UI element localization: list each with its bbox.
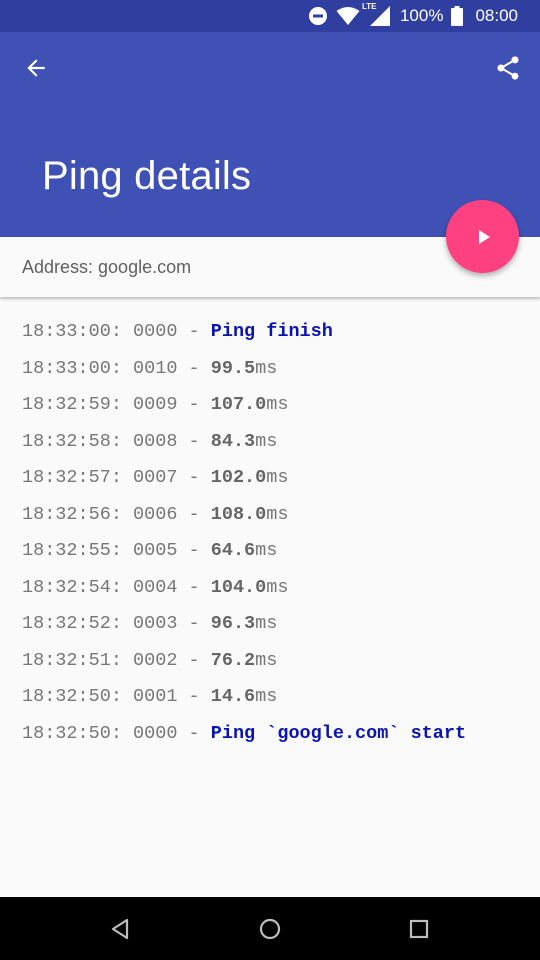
ping-time-unit: ms	[255, 686, 278, 707]
back-triangle-icon	[111, 918, 129, 940]
ping-time-value: 76.2	[210, 649, 256, 671]
share-button[interactable]	[490, 50, 526, 86]
ping-time-value: 104.0	[210, 576, 267, 598]
share-icon	[497, 56, 519, 80]
ping-time-value: 108.0	[210, 503, 267, 525]
ping-time-unit: ms	[255, 430, 278, 452]
status-icons: LTE 100% 08:00	[308, 0, 518, 32]
nav-back-button[interactable]	[104, 913, 136, 945]
clock: 08:00	[475, 6, 518, 25]
log-line: 18:32:50: 0001 - 14.6ms	[22, 683, 522, 720]
status-bar: LTE 100% 08:00	[0, 0, 540, 32]
ping-time-value: 64.6	[210, 540, 256, 561]
ping-time-value: 14.6	[210, 686, 256, 707]
ping-time-unit: ms	[255, 357, 278, 379]
ping-time-unit: ms	[255, 613, 278, 634]
address-label: Address: google.com	[22, 257, 192, 277]
ping-time-unit: ms	[266, 576, 289, 598]
navigation-bar	[0, 897, 540, 960]
log-message: Ping `google.com` start	[210, 722, 467, 744]
ping-time-value: 84.3	[210, 430, 256, 452]
log-line: 18:33:00: 0000 - Ping finish	[22, 318, 522, 355]
log-line: 18:32:51: 0002 - 76.2ms	[22, 647, 522, 684]
app-bar: Ping details	[0, 32, 540, 237]
ping-time-unit: ms	[266, 394, 289, 415]
log-line: 18:32:58: 0008 - 84.3ms	[22, 428, 522, 465]
log-timestamp: 18:33:00: 0000 -	[22, 321, 211, 342]
ping-time-value: 99.5	[210, 357, 256, 379]
nav-recents-button[interactable]	[403, 913, 435, 945]
do-not-disturb-icon	[308, 6, 328, 26]
log-line: 18:32:57: 0007 - 102.0ms	[22, 464, 522, 501]
log-line: 18:32:54: 0004 - 104.0ms	[22, 574, 522, 611]
ping-time-value: 102.0	[210, 467, 267, 488]
ping-time-unit: ms	[255, 649, 278, 671]
log-line: 18:32:52: 0003 - 96.3ms	[22, 610, 522, 647]
page-title: Ping details	[42, 154, 252, 198]
ping-time-unit: ms	[266, 467, 289, 488]
wifi-icon	[336, 6, 360, 26]
log-line: 18:32:59: 0009 - 107.0ms	[22, 391, 522, 428]
arrow-back-icon	[27, 59, 45, 77]
ping-time-unit: ms	[255, 540, 278, 561]
ping-time-value: 96.3	[210, 613, 256, 634]
lte-signal-icon: LTE	[362, 2, 392, 27]
play-icon	[478, 229, 490, 244]
log-timestamp: 18:32:54: 0004 -	[22, 576, 211, 598]
log-message: Ping finish	[210, 321, 333, 342]
log-line: 18:32:50: 0000 - Ping `google.com` start	[22, 720, 522, 757]
log-timestamp: 18:32:58: 0008 -	[22, 430, 211, 452]
log-timestamp: 18:33:00: 0010 -	[22, 357, 211, 379]
log-timestamp: 18:32:59: 0009 -	[22, 394, 211, 415]
network-type-label: LTE	[361, 2, 377, 11]
log-timestamp: 18:32:57: 0007 -	[22, 467, 211, 488]
battery-icon	[451, 6, 464, 26]
log-timestamp: 18:32:51: 0002 -	[22, 649, 211, 671]
ping-time-value: 107.0	[210, 394, 267, 415]
log-line: 18:33:00: 0010 - 99.5ms	[22, 355, 522, 392]
log-line: 18:32:55: 0005 - 64.6ms	[22, 537, 522, 574]
recents-square-icon	[409, 919, 429, 939]
nav-home-button[interactable]	[254, 913, 286, 945]
back-button[interactable]	[18, 50, 54, 86]
battery-percent: 100%	[399, 6, 444, 25]
ping-time-unit: ms	[266, 503, 289, 525]
start-ping-button[interactable]	[446, 200, 519, 273]
log-timestamp: 18:32:50: 0001 -	[22, 686, 211, 707]
home-circle-icon	[259, 918, 281, 940]
log-timestamp: 18:32:50: 0000 -	[22, 722, 211, 744]
log-timestamp: 18:32:55: 0005 -	[22, 540, 211, 561]
log-line: 18:32:56: 0006 - 108.0ms	[22, 501, 522, 538]
log-timestamp: 18:32:52: 0003 -	[22, 613, 211, 634]
log-timestamp: 18:32:56: 0006 -	[22, 503, 211, 525]
ping-log: 18:33:00: 0000 - Ping finish 18:33:00: 00…	[22, 318, 522, 756]
